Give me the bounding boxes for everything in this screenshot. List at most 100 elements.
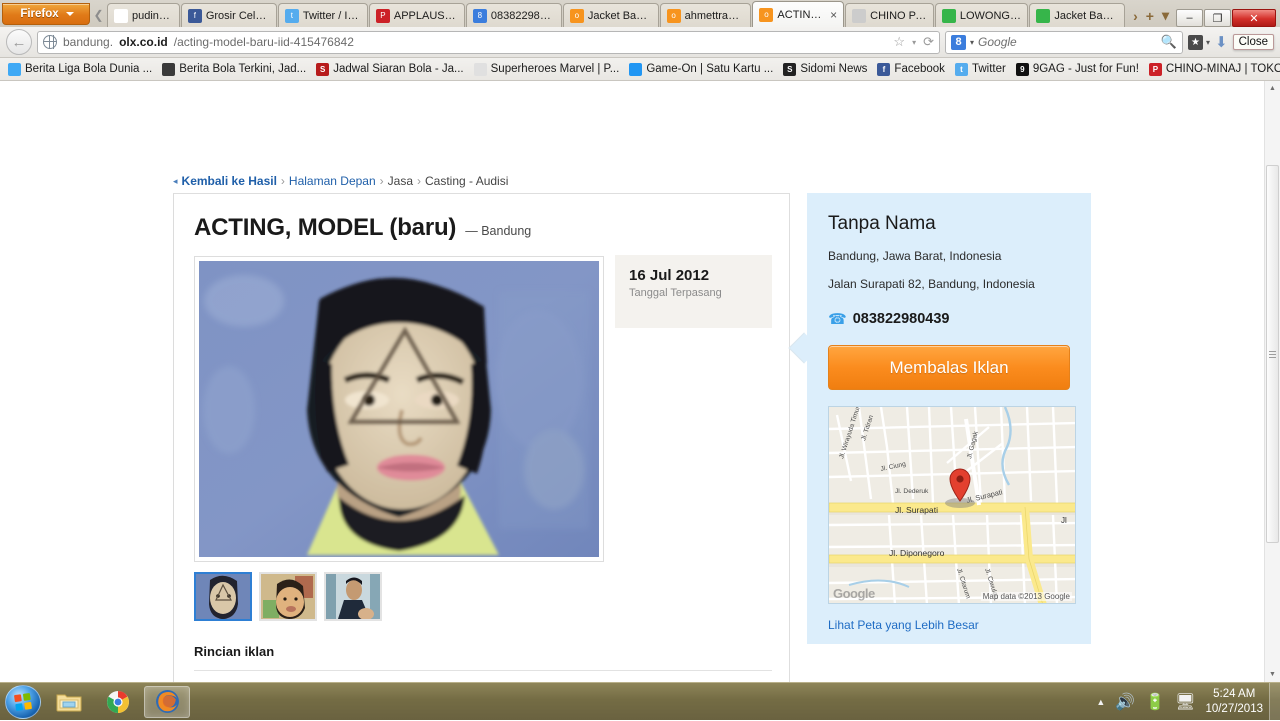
bookmark-item-0[interactable]: Berita Liga Bola Dunia ... (4, 62, 158, 77)
google-search-engine-icon[interactable]: 8 (951, 35, 966, 50)
search-bar[interactable]: 8 ▾ Google 🔍 (945, 31, 1183, 54)
red-app-icon: P (1149, 63, 1162, 76)
bookmark-item-2[interactable]: SJadwal Siaran Bola - Ja... (312, 62, 469, 77)
browser-tab-0[interactable]: pudin c... (107, 3, 180, 27)
reply-to-ad-button[interactable]: Membalas Iklan (828, 345, 1070, 390)
seller-sidebar: Tanpa Nama Bandung, Jawa Barat, Indonesi… (807, 193, 1091, 644)
breadcrumb-item-halaman-depan[interactable]: Halaman Depan (289, 174, 376, 188)
browser-tab-10[interactable]: Jacket Base... (1029, 3, 1125, 27)
browser-tab-4[interactable]: 80838229804... (466, 3, 562, 27)
map-graphic: Jl. Wirayuda Timur Jl. Titiran Jl. Ciung… (829, 407, 1076, 604)
tab-list-icon[interactable]: › (1130, 8, 1141, 24)
chevron-down-icon[interactable]: ▾ (970, 38, 974, 47)
thumbnail-3-portrait[interactable] (324, 572, 382, 621)
photo-thumbnail-strip (194, 572, 382, 621)
firefox-menu-button[interactable]: Firefox (2, 3, 90, 25)
browser-tab-label: LOWONGA... (960, 10, 1021, 22)
search-icon[interactable]: 🔍 (1161, 34, 1177, 50)
taskbar-clock[interactable]: 5:24 AM 10/27/2013 (1205, 687, 1263, 717)
browser-tab-label: Jacket Base... (1054, 10, 1118, 22)
tab-menu-icon[interactable]: ▾ (1159, 7, 1172, 24)
breadcrumb-item-casting-audisi[interactable]: Casting - Audisi (425, 174, 508, 188)
start-button[interactable] (5, 685, 41, 719)
explorer-taskbar-icon[interactable] (46, 686, 92, 718)
bookmarks-menu-button[interactable]: ★ ▾ (1188, 35, 1210, 50)
bookmark-item-3[interactable]: Superheroes Marvel | P... (470, 62, 626, 77)
chrome-taskbar-icon[interactable] (95, 686, 141, 718)
url-path: /acting-model-baru-iid-415476842 (174, 35, 354, 49)
firefox-taskbar-icon[interactable] (144, 686, 190, 718)
bookmark-label: Superheroes Marvel | P... (491, 63, 620, 75)
ad-city: — Bandung (465, 224, 531, 238)
bookmark-item-5[interactable]: SSidomi News (779, 62, 873, 77)
restore-button[interactable]: ❐ (1204, 9, 1231, 27)
chevron-down-icon[interactable]: ▾ (912, 38, 916, 47)
seller-address: Jalan Surapati 82, Bandung, Indonesia (828, 277, 1070, 291)
window-close-button[interactable]: ✕ (1232, 9, 1276, 27)
breadcrumb-separator: › (417, 174, 421, 188)
bookmark-star-icon[interactable]: ☆ (893, 34, 905, 50)
tabstrip-controls: › + ▾ (1126, 7, 1176, 27)
browser-tab-9[interactable]: LOWONGA... (935, 3, 1028, 27)
browser-tab-2[interactable]: tTwitter / Int... (278, 3, 368, 27)
bookmarks-toolbar: Berita Liga Bola Dunia ... Berita Bola Te… (0, 58, 1280, 81)
chevron-down-icon (66, 12, 74, 16)
ad-main-photo-frame[interactable] (194, 256, 604, 562)
volume-icon[interactable]: 🔊 (1115, 692, 1135, 712)
tab-strip: Firefox ❮ pudin c...fGrosir Celan...tTwi… (0, 0, 1280, 27)
game-icon (629, 63, 642, 76)
breadcrumb-back-to-results[interactable]: Kembali ke Hasil (182, 174, 277, 188)
ad-main-photo[interactable] (199, 261, 599, 557)
bookmark-item-6[interactable]: fFacebook (873, 62, 951, 77)
page-scrollbar[interactable]: ▲ ▼ (1264, 81, 1280, 682)
bookmark-item-1[interactable]: Berita Bola Terkini, Jad... (158, 62, 312, 77)
browser-tab-7[interactable]: oACTING,...× (752, 1, 844, 27)
minimize-button[interactable]: – (1176, 9, 1203, 27)
seller-phone-row: ☎ 083822980439 (828, 310, 1070, 328)
posted-date-box: 16 Jul 2012 Tanggal Terpasang (615, 255, 772, 328)
seller-phone-number[interactable]: 083822980439 (853, 311, 950, 327)
show-hidden-icons-button[interactable]: ▲ (1096, 697, 1105, 707)
thumbnail-1-portrait-selected[interactable] (194, 572, 252, 621)
url-host-bold: olx.co.id (119, 35, 168, 49)
network-icon[interactable]: 🖥 (1175, 692, 1195, 712)
portrait-photo-graphic (199, 261, 599, 557)
bookmark-item-7[interactable]: tTwitter (951, 62, 1012, 77)
browser-tab-3[interactable]: PAPPLAUSE ... (369, 3, 465, 27)
downloads-icon[interactable]: ⬇ (1215, 33, 1228, 51)
tab-close-icon[interactable]: × (830, 8, 837, 22)
address-bar[interactable]: bandung.olx.co.id/acting-model-baru-iid-… (37, 31, 940, 54)
ad-city-dash: — (465, 224, 478, 238)
map-street-label: Jl. Diponegoro (889, 548, 945, 558)
location-map[interactable]: Jl. Wirayuda Timur Jl. Titiran Jl. Ciung… (828, 406, 1076, 604)
breadcrumb-item-jasa[interactable]: Jasa (388, 174, 413, 188)
close-tooltip[interactable]: Close (1233, 34, 1274, 50)
show-desktop-button[interactable] (1269, 683, 1280, 721)
bookmark-item-4[interactable]: Game-On | Satu Kartu ... (625, 62, 779, 77)
scroll-down-icon[interactable]: ▼ (1265, 667, 1280, 682)
battery-icon[interactable]: 🔋 (1145, 692, 1165, 712)
bookmark-label: Berita Liga Bola Dunia ... (25, 63, 152, 75)
bookmark-item-8[interactable]: 99GAG - Just for Fun! (1012, 62, 1145, 77)
thumbnail-2-portrait[interactable] (259, 572, 317, 621)
news-icon (162, 63, 175, 76)
tab-scroll-left-icon[interactable]: ❮ (90, 2, 107, 27)
windows-taskbar: ▲ 🔊 🔋 🖥 5:24 AM 10/27/2013 (0, 682, 1280, 720)
browser-tab-8[interactable]: CHINO PA... (845, 3, 934, 27)
back-button[interactable]: ← (6, 29, 32, 55)
twitter-icon: t (285, 9, 299, 23)
new-tab-button[interactable]: + (1143, 8, 1157, 24)
sidomi-icon: S (783, 63, 796, 76)
scrollbar-thumb[interactable] (1266, 165, 1279, 543)
view-larger-map-link[interactable]: Lihat Peta yang Lebih Besar (828, 618, 1070, 632)
scroll-up-icon[interactable]: ▲ (1265, 81, 1280, 96)
bookmark-label: Twitter (972, 63, 1006, 75)
bookmark-item-9[interactable]: PCHINO-MINAJ | TOKO... (1145, 62, 1280, 77)
posted-date-value: 16 Jul 2012 (629, 267, 772, 284)
browser-tab-6[interactable]: oahmettrade... (660, 3, 752, 27)
search-input[interactable]: Google (978, 35, 1017, 49)
browser-tab-1[interactable]: fGrosir Celan... (181, 3, 277, 27)
browser-tab-label: Grosir Celan... (206, 10, 270, 22)
reload-icon[interactable]: ⟳ (923, 34, 934, 50)
browser-tab-5[interactable]: oJacket Base... (563, 3, 659, 27)
